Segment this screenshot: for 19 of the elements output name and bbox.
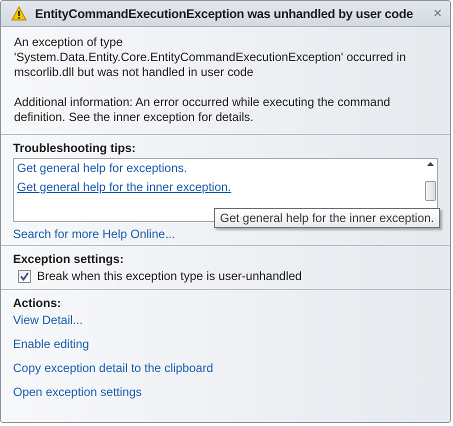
scroll-up-icon[interactable] (426, 162, 434, 166)
tooltip: Get general help for the inner exception. (214, 208, 440, 228)
action-link[interactable]: Enable editing (13, 337, 438, 351)
help-link[interactable]: Get general help for exceptions. (17, 161, 420, 175)
action-link[interactable]: Open exception settings (13, 385, 438, 399)
warning-icon (11, 6, 27, 21)
exception-message: An exception of type 'System.Data.Entity.Core.EntityCommandExecutionException' occurred in mscorlib.dll but was not handled in user code Additional information: An error occurred while executing the command definition. See the inner exception for details. (13, 34, 407, 126)
checkbox[interactable] (18, 270, 31, 282)
checkbox-label[interactable]: Break when this exception type is user-unhandled (37, 269, 302, 283)
close-button[interactable]: × (431, 5, 444, 22)
action-link[interactable]: Copy exception detail to the clipboard (13, 361, 438, 375)
action-link[interactable]: View Detail... (13, 313, 438, 327)
search-help-link[interactable]: Search for more Help Online... (13, 227, 176, 241)
section-heading: Actions: (13, 296, 61, 310)
help-link[interactable]: Get general help for the inner exception. (17, 180, 420, 194)
section-heading: Exception settings: (13, 252, 124, 266)
section-heading: Troubleshooting tips: (13, 141, 136, 155)
scroll-thumb[interactable] (424, 180, 436, 200)
dialog-title: EntityCommandExecutionException was unhandled by user code (35, 6, 414, 20)
